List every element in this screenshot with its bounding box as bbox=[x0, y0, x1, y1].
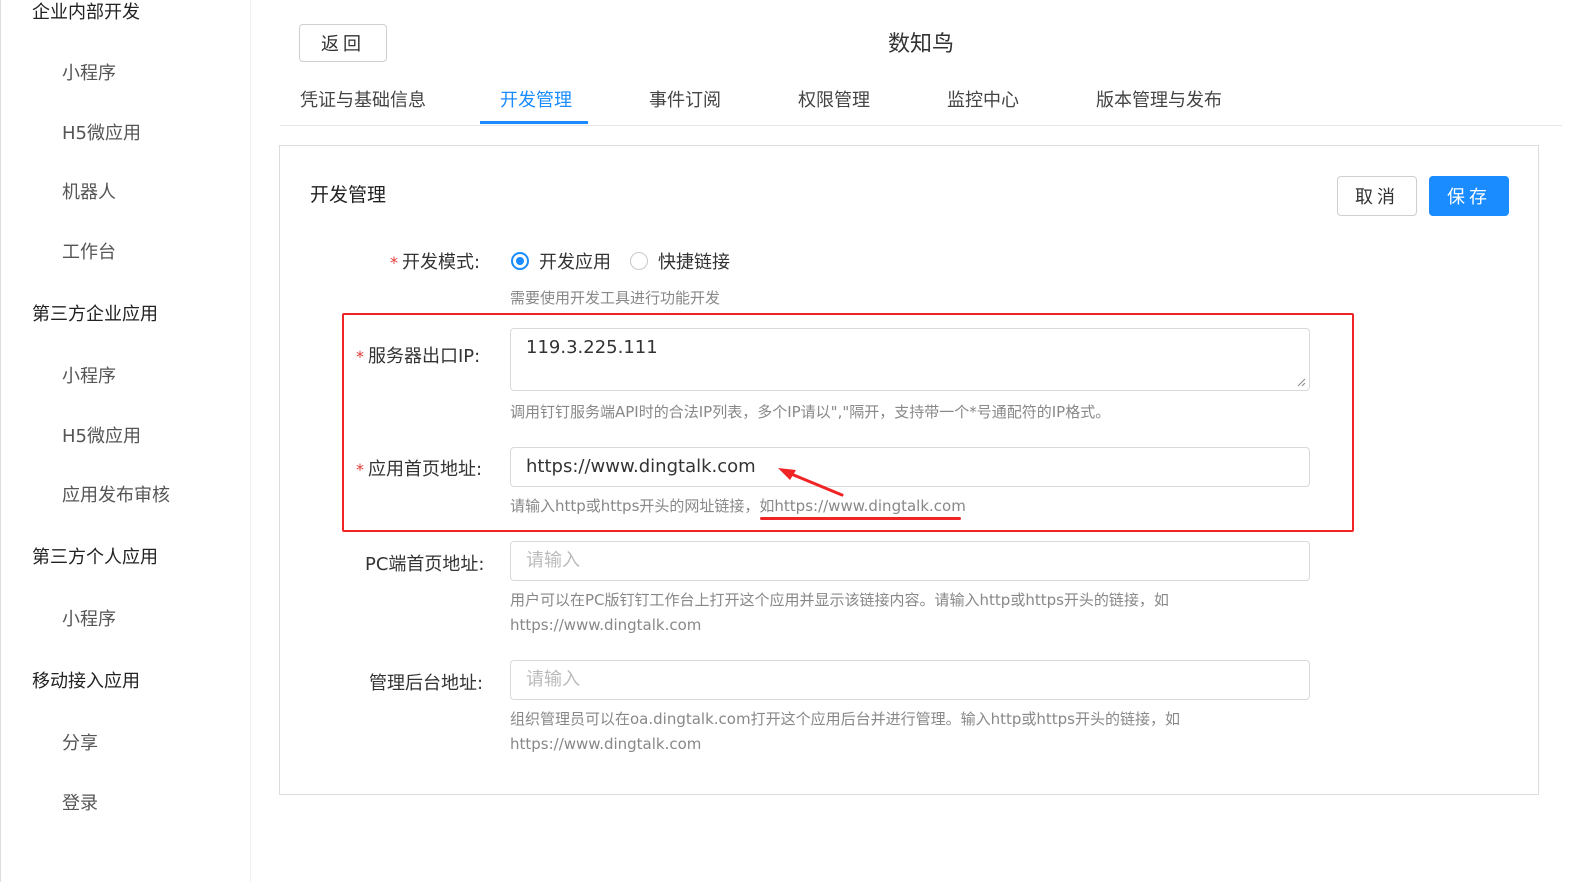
dev-management-panel: 开发管理 取消 保存 * 开发模式: 开发应用 快捷链接 需要使用开发工具进行功能… bbox=[279, 145, 1539, 795]
tab-bar: 凭证与基础信息 开发管理 事件订阅 权限管理 监控中心 版本管理与发布 bbox=[280, 78, 1562, 126]
app-title: 数知鸟 bbox=[888, 32, 955, 57]
cancel-button[interactable]: 取消 bbox=[1337, 176, 1417, 216]
resize-handle-icon[interactable] bbox=[1296, 377, 1306, 387]
radio-dev-app[interactable] bbox=[511, 252, 529, 270]
sidebar-group-third-party-personal[interactable]: 第三方个人应用 bbox=[32, 543, 158, 569]
sidebar-item-miniprogram[interactable]: 小程序 bbox=[62, 362, 116, 388]
dev-mode-hint: 需要使用开发工具进行功能开发 bbox=[510, 289, 721, 307]
tab-credentials[interactable]: 凭证与基础信息 bbox=[300, 86, 426, 112]
radio-quick-link-label[interactable]: 快捷链接 bbox=[658, 248, 730, 274]
back-button[interactable]: 返回 bbox=[299, 24, 387, 62]
tab-event-subscription[interactable]: 事件订阅 bbox=[649, 86, 721, 112]
pc-homepage-hint-line2: https://www.dingtalk.com bbox=[510, 616, 702, 634]
radio-quick-link[interactable] bbox=[630, 252, 648, 270]
server-ip-label: * 服务器出口IP: bbox=[356, 346, 481, 367]
tab-monitoring[interactable]: 监控中心 bbox=[947, 86, 1019, 112]
sidebar-item-h5[interactable]: H5微应用 bbox=[62, 422, 141, 448]
radio-dev-app-label[interactable]: 开发应用 bbox=[539, 248, 611, 274]
sidebar: 企业内部开发 小程序 H5微应用 机器人 工作台 第三方企业应用 小程序 H5微… bbox=[0, 0, 251, 882]
sidebar-group-internal[interactable]: 企业内部开发 bbox=[32, 0, 140, 24]
sidebar-item-share[interactable]: 分享 bbox=[62, 729, 98, 755]
admin-url-label: 管理后台地址: bbox=[369, 673, 484, 694]
server-ip-hint: 调用钉钉服务端API时的合法IP列表，多个IP请以","隔开，支持带一个*号通配… bbox=[510, 403, 1111, 421]
annotation-arrow-icon bbox=[778, 468, 844, 497]
admin-url-hint-line1: 组织管理员可以在oa.dingtalk.com打开这个应用后台并进行管理。输入h… bbox=[510, 710, 1180, 728]
pc-homepage-label: PC端首页地址: bbox=[365, 554, 485, 575]
server-ip-value: 119.3.225.111 bbox=[526, 337, 658, 358]
dev-mode-label: * 开发模式: bbox=[390, 252, 481, 273]
homepage-label: * 应用首页地址: bbox=[356, 459, 483, 480]
sidebar-item-miniprogram[interactable]: 小程序 bbox=[62, 59, 116, 85]
required-asterisk: * bbox=[356, 460, 364, 479]
tab-version-release[interactable]: 版本管理与发布 bbox=[1096, 86, 1222, 112]
admin-url-input[interactable]: 请输入 bbox=[510, 660, 1310, 700]
homepage-input[interactable]: https://www.dingtalk.com bbox=[510, 447, 1310, 487]
pc-homepage-hint-line1: 用户可以在PC版钉钉工作台上打开这个应用并显示该链接内容。请输入http或htt… bbox=[510, 591, 1169, 609]
sidebar-item-robot[interactable]: 机器人 bbox=[62, 178, 116, 204]
server-ip-textarea[interactable]: 119.3.225.111 bbox=[510, 328, 1310, 391]
homepage-value: https://www.dingtalk.com bbox=[526, 456, 756, 477]
homepage-hint: 请输入http或https开头的网址链接，如https://www.dingta… bbox=[510, 497, 966, 515]
required-asterisk: * bbox=[390, 253, 398, 272]
pc-homepage-input[interactable]: 请输入 bbox=[510, 541, 1310, 581]
sidebar-item-workbench[interactable]: 工作台 bbox=[62, 238, 116, 264]
panel-title: 开发管理 bbox=[310, 184, 387, 206]
active-tab-indicator bbox=[480, 121, 588, 124]
sidebar-group-third-party-enterprise[interactable]: 第三方企业应用 bbox=[32, 300, 158, 326]
sidebar-item-h5[interactable]: H5微应用 bbox=[62, 119, 141, 145]
tab-permissions[interactable]: 权限管理 bbox=[798, 86, 870, 112]
required-asterisk: * bbox=[356, 347, 364, 366]
sidebar-group-mobile-access[interactable]: 移动接入应用 bbox=[32, 667, 140, 693]
save-button[interactable]: 保存 bbox=[1429, 176, 1509, 216]
tab-dev-management[interactable]: 开发管理 bbox=[500, 86, 572, 112]
left-border bbox=[0, 0, 1, 882]
annotation-underline bbox=[760, 517, 961, 520]
sidebar-item-miniprogram[interactable]: 小程序 bbox=[62, 605, 116, 631]
admin-url-hint-line2: https://www.dingtalk.com bbox=[510, 735, 702, 753]
sidebar-item-login[interactable]: 登录 bbox=[62, 789, 98, 815]
sidebar-item-release-review[interactable]: 应用发布审核 bbox=[62, 481, 170, 507]
